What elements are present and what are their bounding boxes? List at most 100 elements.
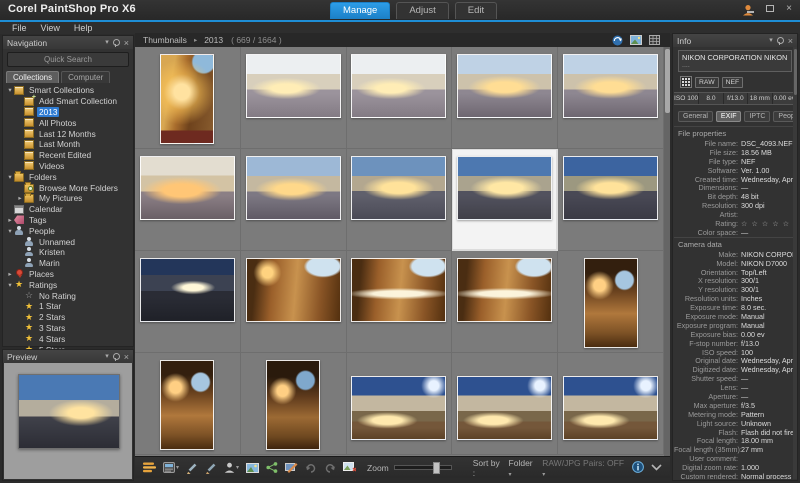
preview-pane-icon[interactable]: ▾	[163, 462, 179, 473]
pin-icon[interactable]	[113, 39, 120, 46]
quick-review-pen-icon[interactable]	[186, 462, 198, 474]
photo-thumbnail[interactable]	[246, 156, 341, 220]
grid-cell-r1c3[interactable]	[347, 47, 453, 149]
tree-item-all-photos[interactable]: All Photos	[3, 117, 133, 128]
grid-cell-r2c2[interactable]	[241, 149, 347, 251]
info-tab-iptc[interactable]: IPTC	[744, 111, 770, 122]
photo-thumbnail[interactable]	[160, 54, 214, 144]
tree-item-calendar[interactable]: Calendar	[3, 204, 133, 215]
menu-help[interactable]: Help	[74, 23, 93, 33]
pin-icon[interactable]	[113, 353, 120, 360]
photo-thumbnail[interactable]	[351, 156, 446, 220]
expander-icon[interactable]: ▸	[6, 216, 14, 224]
photo-thumbnail[interactable]	[457, 258, 552, 322]
grid-cell-r1c2[interactable]	[241, 47, 347, 149]
photo-thumbnail[interactable]	[584, 258, 638, 348]
new-collection-icon[interactable]	[343, 462, 356, 473]
grid-cell-r2c1[interactable]	[135, 149, 241, 251]
grid-cell-r3c2[interactable]	[241, 251, 347, 353]
photo-thumbnail[interactable]	[351, 376, 446, 440]
tree-item-1-star[interactable]: ★1 Star	[3, 301, 133, 312]
tab-edit[interactable]: Edit	[455, 2, 497, 19]
zoom-slider-handle[interactable]	[433, 462, 440, 474]
photo-thumbnail[interactable]	[563, 54, 658, 118]
grid-cell-r3c5[interactable]	[558, 251, 664, 353]
photo-thumbnail[interactable]	[563, 156, 658, 220]
grid-cell-r3c1[interactable]	[135, 251, 241, 353]
thumbnail-mode-icon[interactable]	[649, 35, 660, 45]
photo-thumbnail[interactable]	[246, 54, 341, 118]
photo-thumbnail[interactable]	[457, 156, 552, 220]
info-tab-exif[interactable]: EXIF	[716, 111, 742, 122]
grid-cell-r3c4[interactable]	[452, 251, 558, 353]
tree-item-tags[interactable]: ▸Tags	[3, 215, 133, 226]
nav-tab-computer[interactable]: Computer	[61, 71, 110, 83]
close-icon[interactable]: ×	[788, 37, 793, 45]
scrollbar-thumb[interactable]	[665, 49, 670, 113]
preview-image[interactable]	[18, 374, 120, 449]
collapse-chevron-icon[interactable]	[651, 463, 662, 473]
photo-thumbnail[interactable]	[351, 258, 446, 322]
photo-thumbnail[interactable]	[563, 376, 658, 440]
info-scrollbar[interactable]	[793, 47, 797, 479]
batch-process-icon[interactable]	[285, 462, 298, 473]
tree-item-people[interactable]: ▾People	[3, 225, 133, 236]
search-input[interactable]: Quick Search	[7, 52, 129, 67]
close-button[interactable]: ×	[784, 4, 794, 14]
photo-thumbnail[interactable]	[457, 54, 552, 118]
grid-cell-r2c4[interactable]	[452, 149, 558, 251]
close-icon[interactable]: ×	[124, 353, 129, 361]
sort-by-dropdown[interactable]: Folder ▾	[509, 458, 538, 478]
minimize-button[interactable]	[746, 4, 756, 14]
grid-cell-r1c1[interactable]	[135, 47, 241, 149]
tree-item-browse-more-folders[interactable]: Browse More Folders	[3, 182, 133, 193]
grid-cell-r4c5[interactable]	[558, 353, 664, 455]
tree-item-folders[interactable]: ▾Folders	[3, 171, 133, 182]
rotate-view-icon[interactable]	[612, 35, 623, 46]
grid-cell-r1c5[interactable]	[558, 47, 664, 149]
grid-cell-r3c3[interactable]	[347, 251, 453, 353]
photo-thumbnail[interactable]	[351, 54, 446, 118]
tree-item-kristen[interactable]: Kristen	[3, 247, 133, 258]
photo-thumbnail[interactable]	[266, 360, 320, 450]
tab-adjust[interactable]: Adjust	[396, 2, 448, 19]
nav-tab-collections[interactable]: Collections	[6, 71, 59, 83]
preview-mode-icon[interactable]	[630, 35, 642, 45]
tree-item-marin[interactable]: Marin	[3, 258, 133, 269]
raw-jpg-pairs-dropdown[interactable]: RAW/JPG Pairs: OFF ▾	[542, 458, 627, 478]
panel-menu-icon[interactable]: ▾	[105, 39, 109, 46]
info-button-icon[interactable]	[632, 461, 644, 475]
photo-thumbnail[interactable]	[457, 376, 552, 440]
photo-thumbnail[interactable]	[246, 258, 341, 322]
tree-item-last-12-months[interactable]: Last 12 Months	[3, 128, 133, 139]
quick-review-pen2-icon[interactable]	[205, 462, 217, 474]
zoom-slider[interactable]	[394, 465, 452, 470]
expander-icon[interactable]: ▾	[6, 281, 14, 289]
tree-item-2-stars[interactable]: ★2 Stars	[3, 312, 133, 323]
tree-item-2013[interactable]: 2013	[3, 107, 133, 118]
expander-icon[interactable]: ▸	[6, 270, 14, 278]
tree-item-last-month[interactable]: Last Month	[3, 139, 133, 150]
tree-item-add-smart-collection[interactable]: Add Smart Collection	[3, 96, 133, 107]
expander-icon[interactable]: ▸	[16, 194, 24, 202]
info-tab-general[interactable]: General	[678, 111, 713, 122]
place-tag-icon[interactable]	[246, 463, 259, 473]
tab-manage[interactable]: Manage	[330, 2, 390, 19]
expander-icon[interactable]: ▾	[6, 227, 14, 235]
breadcrumb-path[interactable]: 2013	[204, 35, 223, 45]
organizer-palette-icon[interactable]	[143, 462, 156, 473]
panel-menu-icon[interactable]: ▾	[769, 37, 773, 44]
grid-cell-r4c1[interactable]	[135, 353, 241, 455]
grid-cell-r4c2[interactable]	[241, 353, 347, 455]
photo-thumbnail[interactable]	[140, 156, 235, 220]
tree-item-4-stars[interactable]: ★4 Stars	[3, 333, 133, 344]
grid-cell-r1c4[interactable]	[452, 47, 558, 149]
grid-cell-r2c3[interactable]	[347, 149, 453, 251]
tree-item-recent-edited[interactable]: Recent Edited	[3, 150, 133, 161]
tree-item-places[interactable]: ▸Places	[3, 269, 133, 280]
photo-thumbnail[interactable]	[140, 258, 235, 322]
menu-view[interactable]: View	[41, 23, 60, 33]
tree-item-3-stars[interactable]: ★3 Stars	[3, 323, 133, 334]
grid-scrollbar[interactable]	[664, 47, 670, 456]
tree-item-unnamed[interactable]: Unnamed	[3, 236, 133, 247]
